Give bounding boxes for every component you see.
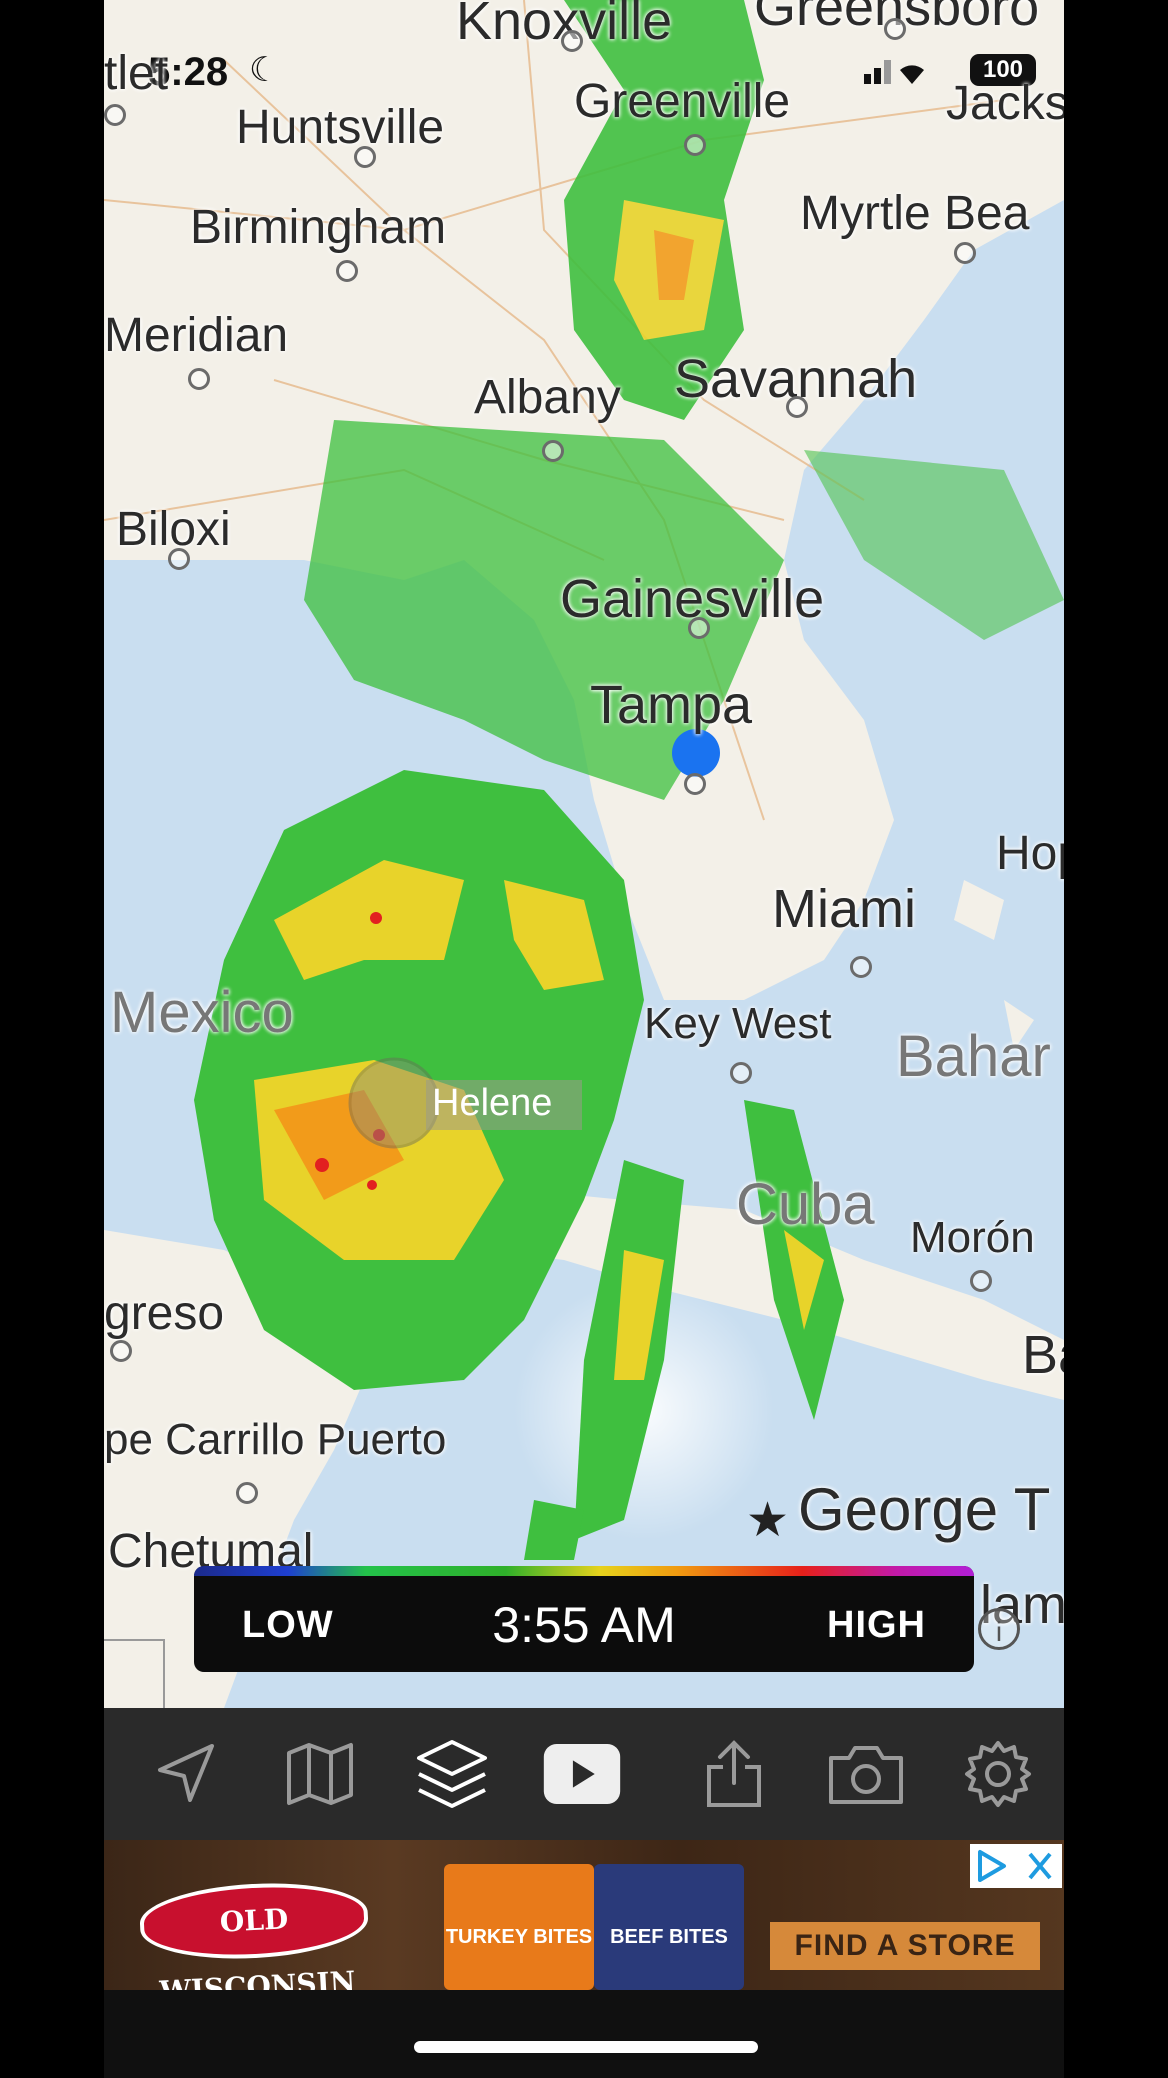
city-marker bbox=[954, 242, 976, 264]
city-label: Biloxi bbox=[116, 503, 231, 556]
city-marker bbox=[104, 104, 126, 126]
camera-icon[interactable] bbox=[826, 1738, 906, 1810]
city-marker bbox=[236, 1482, 258, 1504]
bottom-toolbar bbox=[104, 1708, 1064, 1840]
ad-cta-button[interactable]: FIND A STORE bbox=[770, 1922, 1040, 1970]
city-label: Huntsville bbox=[236, 101, 445, 154]
city-marker bbox=[354, 146, 376, 168]
settings-icon[interactable] bbox=[958, 1738, 1038, 1810]
city-marker bbox=[884, 18, 906, 40]
ad-brand-logo: OLD WISCONSIN bbox=[138, 1878, 370, 1990]
city-label: Hop bbox=[996, 827, 1064, 880]
city-marker bbox=[684, 773, 706, 795]
city-label: Tampa bbox=[590, 675, 753, 735]
home-indicator[interactable] bbox=[414, 2041, 758, 2053]
city-label: Miami bbox=[772, 879, 916, 939]
city-label: Ba bbox=[1022, 1325, 1064, 1385]
city-label: George T bbox=[798, 1476, 1051, 1543]
storm-label-helene[interactable]: Helene bbox=[432, 1084, 552, 1122]
legend-color-scale bbox=[194, 1566, 974, 1576]
city-label: tlet bbox=[104, 47, 169, 100]
city-marker bbox=[336, 260, 358, 282]
city-marker bbox=[168, 548, 190, 570]
share-icon[interactable] bbox=[694, 1738, 774, 1810]
country-label: Bahar bbox=[896, 1024, 1051, 1089]
country-label: Mexico bbox=[110, 980, 294, 1045]
city-marker bbox=[684, 134, 706, 156]
ad-banner[interactable]: OLD WISCONSIN TURKEY BITES BEEF BITES FI… bbox=[104, 1840, 1064, 1990]
country-label: Cuba bbox=[736, 1172, 875, 1237]
radar-legend[interactable]: LOW 3:55 AM HIGH bbox=[194, 1566, 974, 1672]
radar-map[interactable]: 5:28 ☾ 100 Knoxville Greensboro tlet Gre… bbox=[104, 0, 1064, 1708]
city-label: Albany bbox=[474, 371, 621, 424]
city-marker bbox=[542, 440, 564, 462]
ad-choices-close[interactable] bbox=[970, 1844, 1062, 1888]
city-marker bbox=[730, 1062, 752, 1084]
city-marker bbox=[688, 617, 710, 639]
ad-product-label: BEEF BITES bbox=[610, 1926, 728, 1948]
moon-icon: ☾ bbox=[249, 51, 280, 89]
layers-icon[interactable] bbox=[412, 1738, 492, 1810]
city-marker bbox=[786, 396, 808, 418]
city-marker bbox=[188, 368, 210, 390]
map-icon[interactable] bbox=[280, 1738, 360, 1810]
city-marker bbox=[850, 956, 872, 978]
city-label: Greenville bbox=[574, 75, 791, 128]
legend-high-label: HIGH bbox=[827, 1604, 926, 1646]
city-marker bbox=[970, 1270, 992, 1292]
star-icon: ★ bbox=[746, 1494, 790, 1547]
city-label: Birmingham bbox=[190, 201, 447, 254]
ad-product-bag: BEEF BITES bbox=[594, 1864, 744, 1990]
play-icon[interactable] bbox=[542, 1738, 622, 1810]
city-label: greso bbox=[104, 1287, 225, 1340]
ad-choices-icon bbox=[978, 1850, 1006, 1882]
city-label: pe Carrillo Puerto bbox=[104, 1415, 447, 1464]
city-label: Myrtle Bea bbox=[800, 187, 1030, 240]
city-label: Morón bbox=[910, 1213, 1035, 1262]
city-marker bbox=[561, 30, 583, 52]
city-label: Meridian bbox=[104, 309, 289, 362]
ad-product-label: TURKEY BITES bbox=[445, 1926, 593, 1948]
city-marker bbox=[110, 1340, 132, 1362]
phone-screen: 5:28 ☾ 100 Knoxville Greensboro tlet Gre… bbox=[104, 0, 1064, 2078]
city-label: Jacks bbox=[946, 77, 1064, 130]
ad-product-bag: TURKEY BITES bbox=[444, 1864, 594, 1990]
city-label: Key West bbox=[644, 999, 832, 1048]
info-icon[interactable]: i bbox=[978, 1608, 1020, 1650]
close-icon bbox=[1028, 1852, 1052, 1880]
location-arrow-icon[interactable] bbox=[146, 1738, 226, 1810]
